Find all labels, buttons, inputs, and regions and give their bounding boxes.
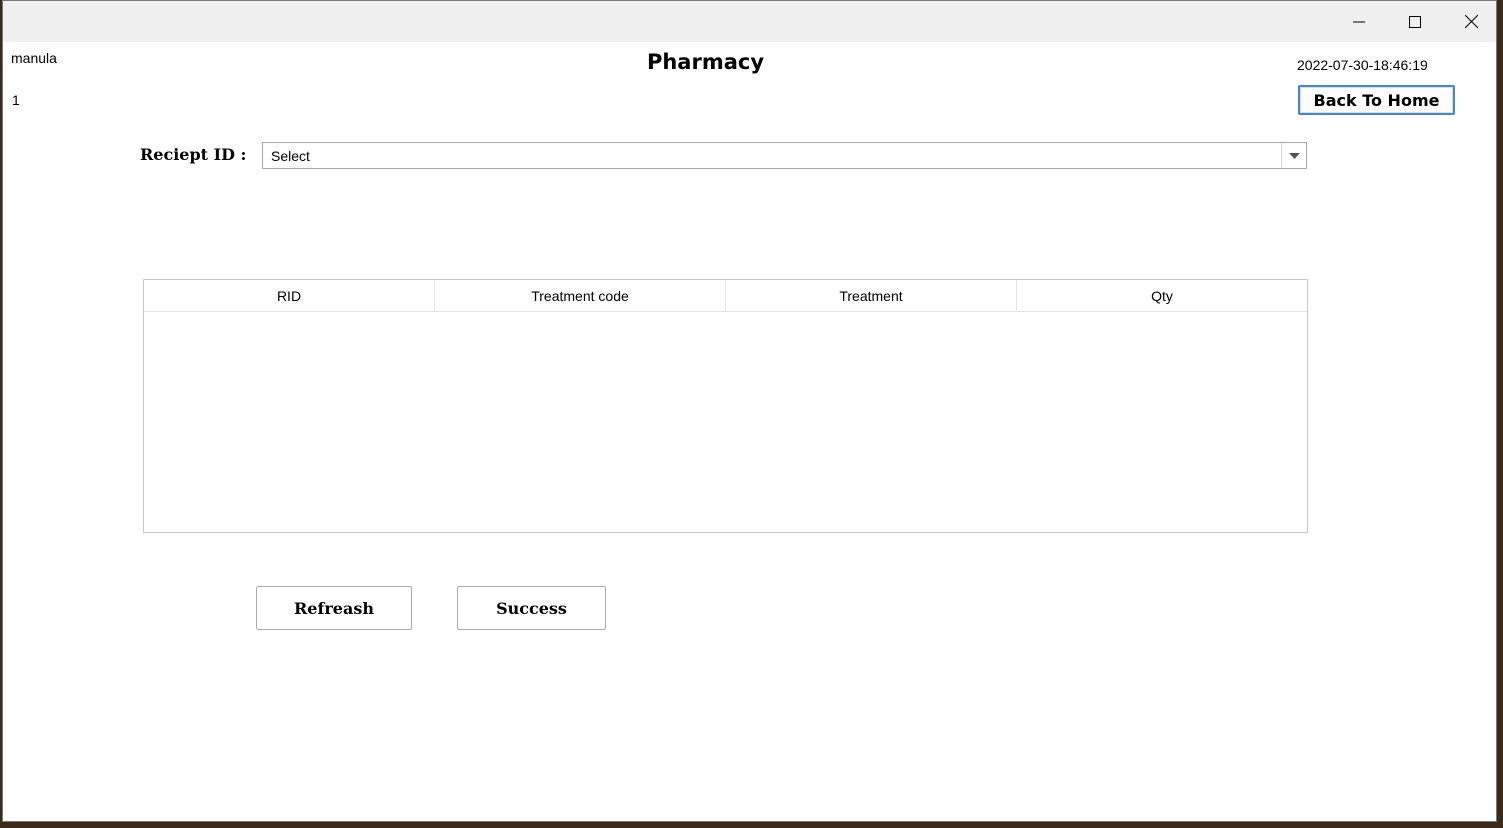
minimize-button[interactable] [1331, 1, 1387, 42]
back-to-home-button[interactable]: Back To Home [1298, 85, 1455, 115]
column-header-rid[interactable]: RID [144, 280, 435, 311]
dropdown-button[interactable] [1281, 143, 1306, 168]
close-button[interactable] [1443, 1, 1499, 42]
page-title: Pharmacy [646, 50, 765, 74]
receipt-id-value: Select [271, 148, 310, 164]
close-icon [1464, 15, 1478, 28]
user-id: 1 [12, 92, 20, 108]
pharmacy-window: manula 1 Pharmacy 2022-07-30-18:46:19 Ba… [2, 0, 1497, 822]
maximize-button[interactable] [1387, 1, 1443, 42]
receipt-id-label: Reciept ID : [140, 145, 247, 164]
refresh-button[interactable]: Refreash [256, 586, 412, 630]
minimize-icon [1353, 21, 1365, 22]
user-name: manula [11, 50, 57, 66]
title-bar[interactable] [3, 1, 1496, 42]
chevron-down-icon [1288, 152, 1300, 159]
column-header-treatment-code[interactable]: Treatment code [435, 280, 726, 311]
treatment-table[interactable]: RID Treatment code Treatment Qty [143, 279, 1308, 533]
table-header: RID Treatment code Treatment Qty [144, 280, 1307, 312]
datetime-label: 2022-07-30-18:46:19 [1297, 57, 1428, 73]
column-header-qty[interactable]: Qty [1017, 280, 1307, 311]
column-header-treatment[interactable]: Treatment [726, 280, 1017, 311]
maximize-icon [1409, 15, 1421, 28]
success-button[interactable]: Success [457, 586, 606, 630]
receipt-id-select[interactable]: Select [262, 142, 1307, 169]
